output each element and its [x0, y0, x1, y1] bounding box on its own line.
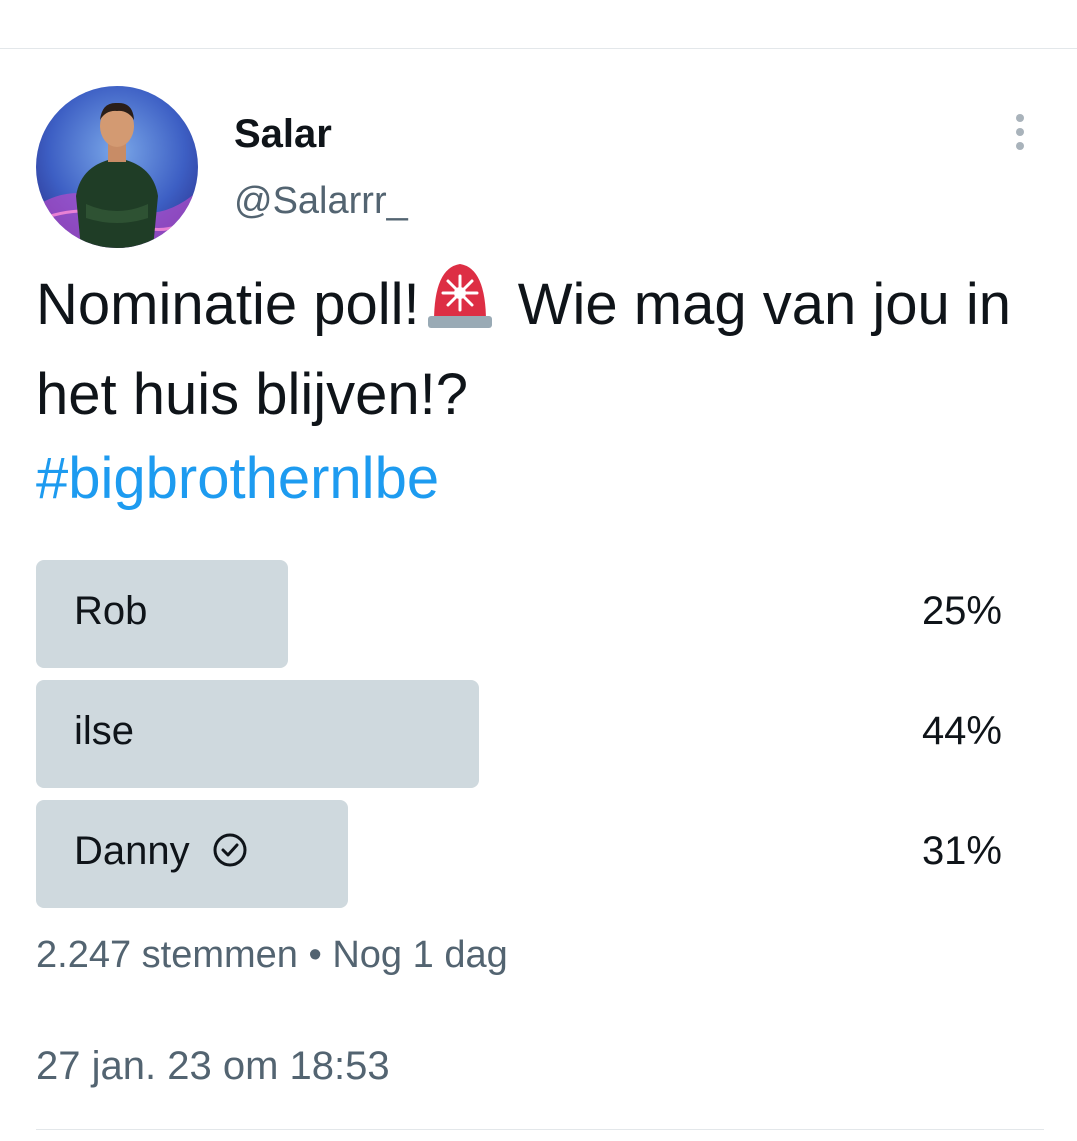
poll-option-percent: 31%: [921, 829, 1002, 873]
avatar[interactable]: [36, 86, 198, 248]
poll-option-label: Rob: [74, 589, 148, 633]
police-siren-icon: [424, 258, 496, 353]
more-options-icon[interactable]: [1008, 114, 1032, 156]
tweet-text-part1: Nominatie poll!: [36, 272, 420, 337]
poll-option-label: ilse: [74, 709, 135, 753]
hashtag-link[interactable]: #bigbrothernlbe: [36, 446, 439, 511]
poll-option-danny[interactable]: Danny 31%: [36, 800, 1004, 908]
author-handle[interactable]: @Salarrr_: [234, 180, 408, 223]
poll-time-left: Nog 1 dag: [332, 934, 508, 976]
bottom-divider: [36, 1129, 1044, 1130]
top-divider: [0, 48, 1077, 49]
poll-option-label: Danny: [74, 829, 190, 873]
tweet-text: Nominatie poll! Wie mag van jou in het h…: [36, 258, 1036, 521]
tweet-timestamp[interactable]: 27 jan. 23 om 18:53: [36, 1044, 390, 1089]
poll-meta: 2.247 stemmen • Nog 1 dag: [36, 934, 508, 977]
poll-votes: 2.247 stemmen: [36, 934, 298, 976]
poll-option-rob[interactable]: Rob 25%: [36, 560, 1004, 668]
poll-option-ilse[interactable]: ilse 44%: [36, 680, 1004, 788]
author-name[interactable]: Salar: [234, 112, 332, 157]
avatar-image: [36, 86, 198, 248]
poll-option-label-wrap: Danny: [74, 829, 248, 878]
poll-option-percent: 44%: [921, 709, 1002, 753]
check-circle-icon: [212, 832, 248, 878]
poll-option-percent: 25%: [921, 589, 1002, 633]
meta-separator: •: [308, 934, 322, 976]
